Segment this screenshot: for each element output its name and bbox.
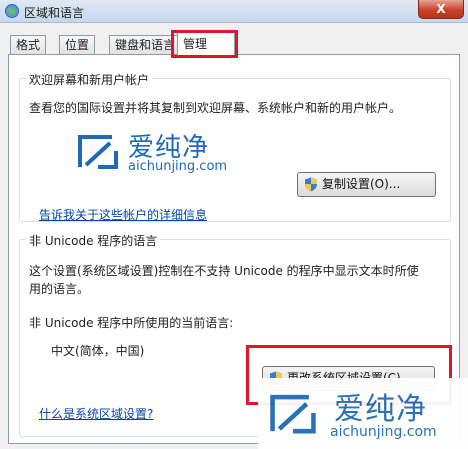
close-icon: X xyxy=(436,2,446,16)
welcome-group: 欢迎屏幕和新用户帐户 查看您的国际设置并将其复制到欢迎屏幕、系统帐户和新的用户帐… xyxy=(19,71,451,223)
globe-icon xyxy=(5,4,19,18)
watermark-logo-icon xyxy=(270,394,316,434)
tab-location[interactable]: 位置 xyxy=(59,35,96,54)
welcome-description: 查看您的国际设置并将其复制到欢迎屏幕、系统帐户和新的用户帐户。 xyxy=(29,101,402,115)
watermark-url: aichunjing.com xyxy=(330,424,437,440)
unicode-group-title: 非 Unicode 程序的语言 xyxy=(26,232,161,249)
watermark-url: aichunjing.com xyxy=(128,159,228,174)
watermark-brand: 爱纯净 xyxy=(334,392,427,427)
copy-settings-label: 复制设置(O)... xyxy=(322,177,401,191)
welcome-accounts-link[interactable]: 告诉我关于这些帐户的详细信息 xyxy=(39,206,207,223)
tab-formats[interactable]: 格式 xyxy=(10,35,47,54)
watermark-panel: 爱纯净 aichunjing.com xyxy=(258,378,468,449)
window-title: 区域和语言 xyxy=(24,6,85,20)
current-language-value: 中文(简体，中国) xyxy=(51,344,145,358)
title-bar: 区域和语言 X xyxy=(0,0,468,23)
system-locale-help-link[interactable]: 什么是系统区域设置? xyxy=(39,405,153,422)
tab-highlight-box xyxy=(171,30,238,58)
unicode-description-line1: 这个设置(系统区域设置)控制在不支持 Unicode 的程序中显示文本时所使 xyxy=(29,264,419,278)
copy-settings-button[interactable]: 复制设置(O)... xyxy=(297,172,436,197)
uac-shield-icon xyxy=(305,177,317,192)
close-button[interactable]: X xyxy=(418,0,464,19)
current-language-label: 非 Unicode 程序中所使用的当前语言: xyxy=(29,316,234,330)
watermark-logo-icon xyxy=(78,135,118,169)
unicode-description-line2: 用的语言。 xyxy=(29,282,90,296)
welcome-group-title: 欢迎屏幕和新用户帐户 xyxy=(26,71,153,88)
